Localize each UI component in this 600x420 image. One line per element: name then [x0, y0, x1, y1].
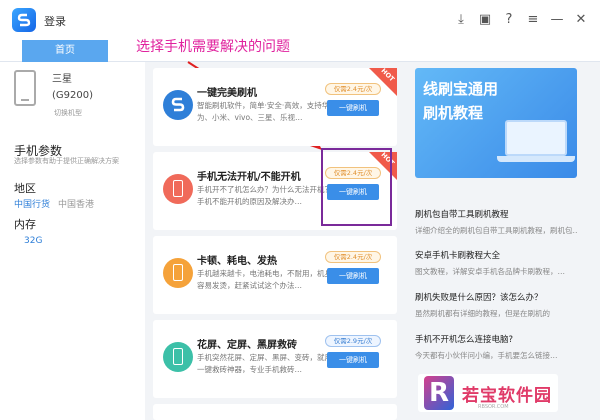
laptop-base	[497, 156, 575, 162]
price-badge: 仅需2.4元/次	[325, 251, 381, 263]
article-item[interactable]: 安卓手机卡刷教程大全 图文教程，详解安卓手机各品牌卡刷教程，…	[415, 249, 577, 277]
card-lag-battery[interactable]: 卡顿、耗电、发热 手机越来越卡，电池耗电，不耐用，机身容易发烫，赶紧试试这个办法…	[153, 236, 397, 314]
article-title: 刷机包自带工具刷机教程	[415, 210, 509, 220]
card-desc: 手机越来越卡，电池耗电，不耐用，机身容易发烫，赶紧试试这个办法…	[197, 269, 332, 290]
annotation-text: 选择手机需要解决的问题	[136, 39, 290, 55]
menu-icon[interactable]: ≡	[524, 10, 542, 28]
card-screen-brick[interactable]: 花屏、定屏、黑屏救砖 手机突然花屏、定屏、黑屏、变砖，就用一键救砖神器，专业手机…	[153, 320, 397, 398]
article-desc: 今天都有小伙伴问小编，手机要怎么链接…	[415, 351, 558, 360]
article-title: 刷机失败是什么原因？该怎么办？	[415, 293, 543, 303]
briefcase-icon[interactable]: ▣	[476, 10, 494, 28]
card-partial	[153, 404, 397, 420]
flash-button[interactable]: 一键刷机	[327, 100, 379, 116]
article-desc: 图文教程，详解安卓手机各品牌卡刷教程，…	[415, 267, 565, 276]
region-option-hongkong[interactable]: 中国香港	[58, 197, 94, 210]
flash-app-icon	[163, 90, 193, 120]
tab-home[interactable]: 首页	[22, 40, 108, 62]
help-icon[interactable]: ?	[500, 10, 518, 28]
phone-icon	[163, 258, 193, 288]
watermark: R 若宝软件园 RBSOR.COM	[418, 374, 558, 412]
flash-button[interactable]: 一键刷机	[327, 352, 379, 368]
card-one-click-flash[interactable]: 一键完美刷机 智能刷机软件，简单·安全·高效，支持华为、小米、vivo、三星、乐…	[153, 67, 397, 146]
laptop-icon	[505, 120, 567, 156]
device-model: (G9200)	[52, 90, 94, 101]
price-badge: 仅需2.9元/次	[325, 335, 381, 347]
region-title: 地区	[14, 182, 36, 195]
watermark-url: RBSOR.COM	[478, 404, 509, 410]
card-desc: 手机开不了机怎么办？为什么无法开机？手机不能开机的原因及解决办…	[197, 185, 332, 206]
card-title: 一键完美刷机	[197, 88, 257, 99]
app-logo-icon	[12, 8, 36, 32]
login-link[interactable]: 登录	[44, 13, 66, 29]
download-icon[interactable]: ⤓	[452, 10, 470, 28]
card-title: 手机无法开机/不能开机	[197, 172, 301, 183]
card-title: 花屏、定屏、黑屏救砖	[197, 340, 297, 351]
phone-icon	[163, 174, 193, 204]
tutorial-banner[interactable]: 线刷宝通用 刷机教程	[415, 68, 577, 178]
article-title: 手机不开机怎么连接电脑?	[415, 335, 514, 345]
article-desc: 虽然刷机都有详细的教程，但是在刷机的	[415, 309, 550, 318]
left-panel: 三星 (G9200) 切换机型 手机参数 选择参数有助于提供正确解决方案 地区 …	[0, 62, 145, 420]
memory-option-32g[interactable]: 32G	[24, 236, 42, 246]
article-item[interactable]: 刷机包自带工具刷机教程 详细介绍全的刷机包自带工具刷机教程，刷机包…	[415, 208, 577, 236]
title-bar: 登录 ⤓ ▣ ? ≡ — ✕	[0, 0, 600, 40]
flash-button[interactable]: 一键刷机	[327, 268, 379, 284]
device-brand: 三星	[52, 74, 72, 85]
params-subtitle: 选择参数有助于提供正确解决方案	[14, 157, 119, 165]
highlight-box	[321, 148, 392, 226]
region-option-mainland[interactable]: 中国行货	[14, 197, 50, 210]
card-desc: 手机突然花屏、定屏、黑屏、变砖，就用一键救砖神器，专业手机救砖…	[197, 353, 332, 374]
close-icon[interactable]: ✕	[572, 10, 590, 28]
article-item[interactable]: 刷机失败是什么原因？该怎么办？ 虽然刷机都有详细的教程，但是在刷机的	[415, 291, 577, 319]
card-desc: 智能刷机软件，简单·安全·高效，支持华为、小米、vivo、三星、乐视…	[197, 101, 330, 122]
card-title: 卡顿、耗电、发热	[197, 256, 277, 267]
minimize-icon[interactable]: —	[548, 10, 566, 28]
watermark-logo-icon: R	[424, 376, 454, 410]
memory-title: 内存	[14, 218, 36, 231]
article-title: 安卓手机卡刷教程大全	[415, 251, 501, 261]
article-desc: 详细介绍全的刷机包自带工具刷机教程，刷机包…	[415, 226, 577, 235]
phone-icon	[163, 342, 193, 372]
banner-title-line1: 线刷宝通用	[423, 80, 499, 98]
banner-title-line2: 刷机教程	[423, 104, 484, 122]
switch-model-link[interactable]: 切换机型	[54, 108, 82, 118]
watermark-name: 若宝软件园	[462, 385, 552, 406]
phone-icon	[14, 70, 36, 106]
article-item[interactable]: 手机不开机怎么连接电脑? 今天都有小伙伴问小编，手机要怎么链接…	[415, 333, 577, 361]
